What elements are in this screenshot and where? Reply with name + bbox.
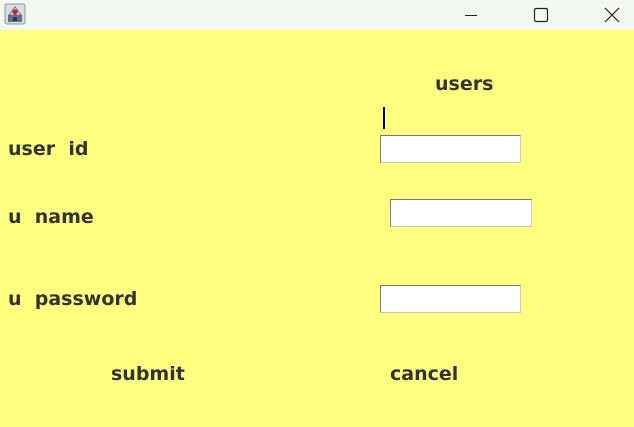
title-bar[interactable] xyxy=(0,0,634,30)
user-password-label: u password xyxy=(8,288,138,310)
cancel-button[interactable]: cancel xyxy=(390,365,458,384)
submit-button[interactable]: submit xyxy=(111,365,185,384)
maximize-icon xyxy=(533,7,549,23)
app-window: users user id u name u password submit c… xyxy=(0,0,634,427)
user-name-field[interactable] xyxy=(390,199,532,227)
minimize-button[interactable] xyxy=(448,0,494,30)
maximize-button[interactable] xyxy=(518,0,564,30)
form-panel xyxy=(0,30,634,427)
user-password-field[interactable] xyxy=(380,285,521,313)
user-id-label: user id xyxy=(8,138,89,160)
close-icon xyxy=(604,7,620,23)
close-button[interactable] xyxy=(589,0,634,30)
text-caret xyxy=(383,107,385,129)
user-name-label: u name xyxy=(8,206,94,228)
java-app-icon[interactable] xyxy=(4,3,26,25)
form-heading: users xyxy=(435,73,494,95)
user-id-field[interactable] xyxy=(380,135,521,163)
minimize-icon xyxy=(465,15,477,16)
